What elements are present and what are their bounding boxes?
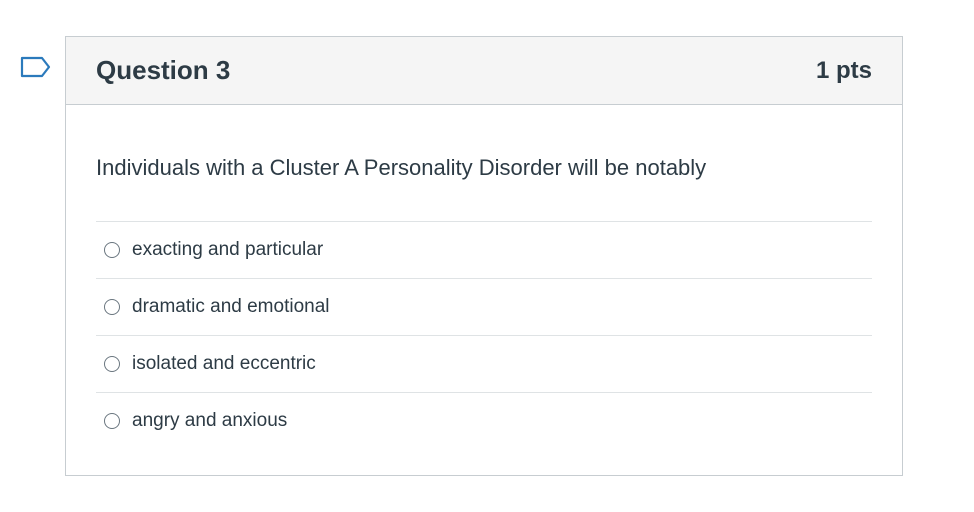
answer-list: exacting and particular dramatic and emo…	[96, 221, 872, 449]
answer-label[interactable]: isolated and eccentric	[132, 353, 316, 375]
radio-button[interactable]	[104, 356, 120, 372]
radio-button[interactable]	[104, 299, 120, 315]
answer-label[interactable]: dramatic and emotional	[132, 296, 330, 318]
question-title: Question 3	[96, 55, 231, 85]
answer-option[interactable]: angry and anxious	[96, 393, 872, 449]
answer-option[interactable]: exacting and particular	[96, 222, 872, 279]
question-body: Individuals with a Cluster A Personality…	[66, 105, 902, 449]
question-text: Individuals with a Cluster A Personality…	[96, 155, 707, 180]
answer-option[interactable]: dramatic and emotional	[96, 279, 872, 336]
question-card: Question 3 1 pts Individuals with a Clus…	[65, 36, 903, 476]
question-points: 1 pts	[815, 56, 872, 84]
answer-label[interactable]: angry and anxious	[132, 410, 287, 432]
question-header: Question 3 1 pts	[66, 37, 902, 105]
answer-option[interactable]: isolated and eccentric	[96, 336, 872, 393]
answer-label[interactable]: exacting and particular	[132, 239, 323, 261]
flag-question-icon[interactable]	[20, 55, 52, 83]
radio-button[interactable]	[104, 413, 120, 429]
radio-button[interactable]	[104, 242, 120, 258]
